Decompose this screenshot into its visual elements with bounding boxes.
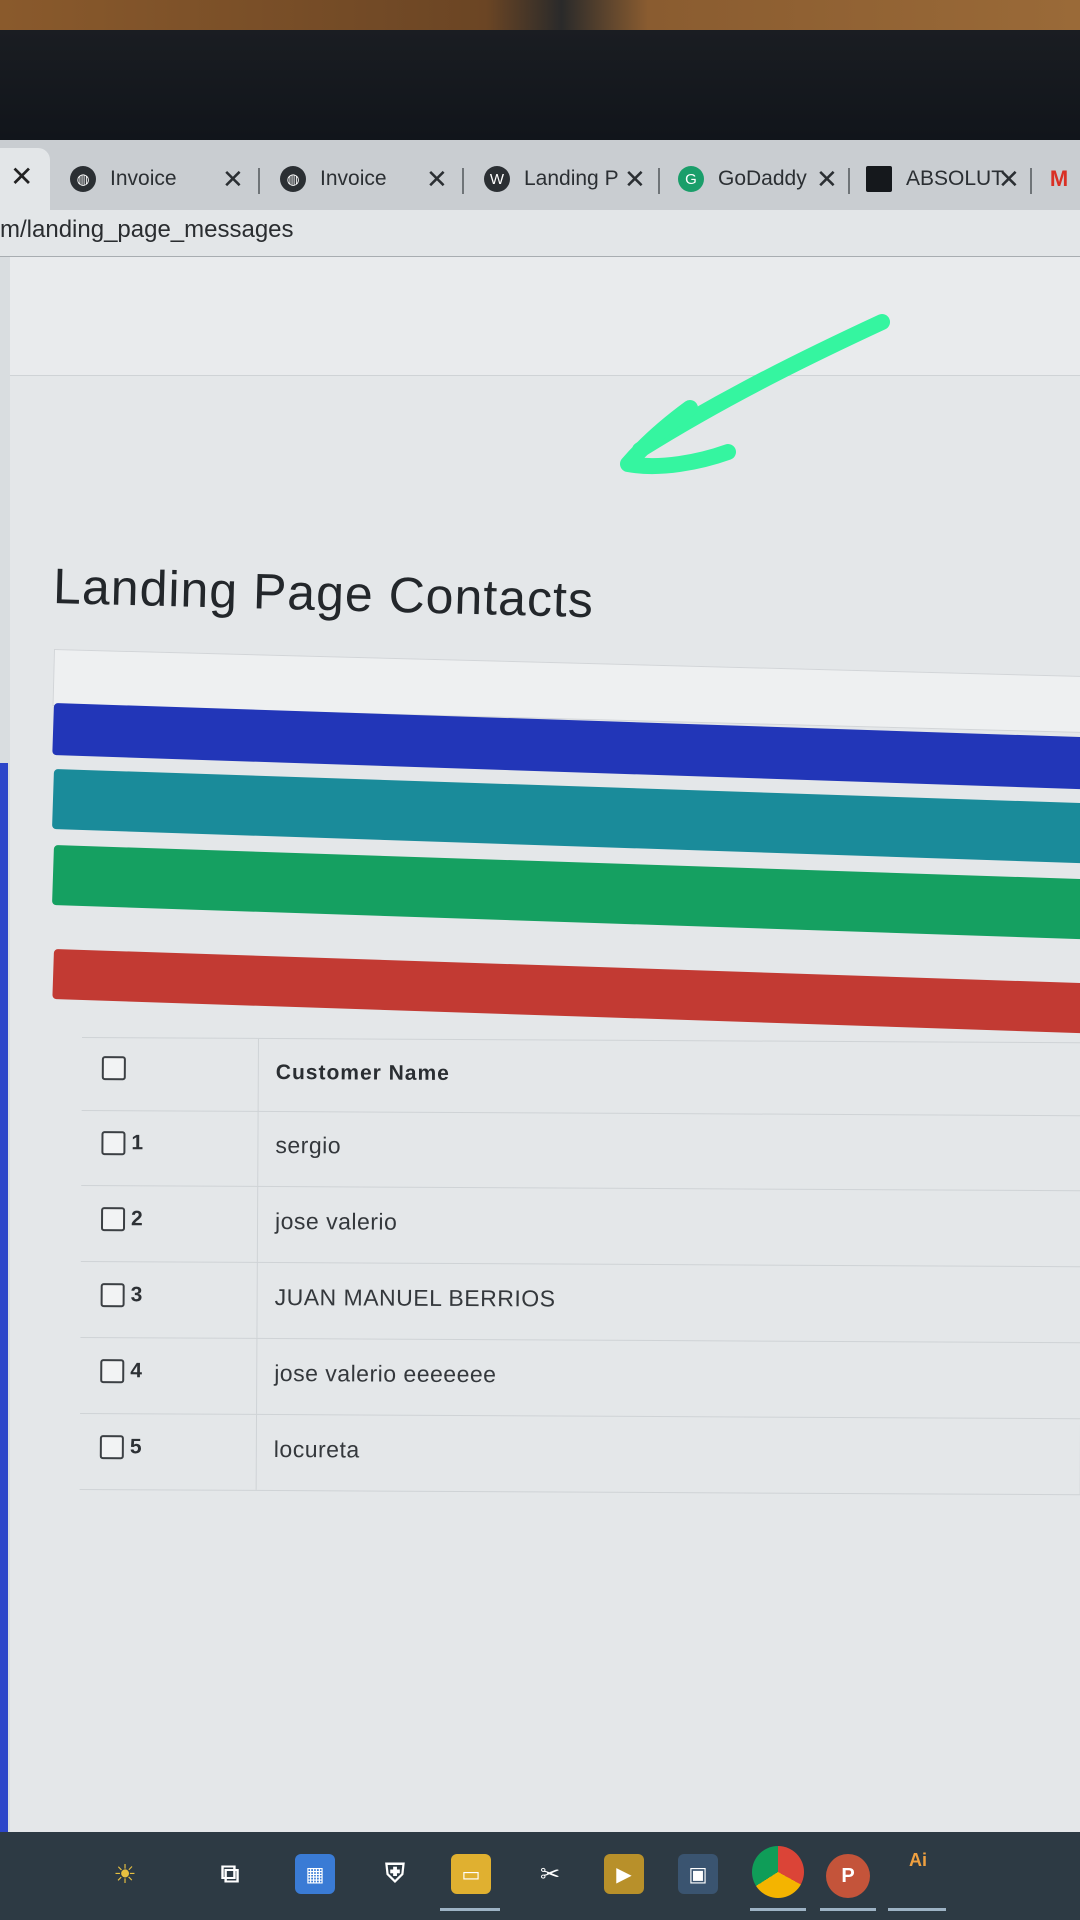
- row-number: 5: [129, 1435, 142, 1459]
- media-player-icon[interactable]: ▶: [604, 1854, 644, 1894]
- shield-icon[interactable]: ⛨: [375, 1854, 415, 1894]
- active-app-indicator: [888, 1908, 946, 1911]
- table-row[interactable]: 5 locureta: [79, 1412, 1080, 1496]
- close-tab-icon[interactable]: ✕: [624, 164, 646, 195]
- row-select[interactable]: 4: [100, 1359, 143, 1384]
- chrome-icon[interactable]: [752, 1846, 804, 1898]
- page-content: Landing Page Contacts Customer Name 1 se…: [10, 257, 1080, 1920]
- store-icon[interactable]: ▦: [295, 1854, 335, 1894]
- row-number: 3: [130, 1283, 143, 1307]
- column-header-customer-name[interactable]: Customer Name: [276, 1061, 450, 1086]
- table-row[interactable]: 2 jose valerio: [80, 1184, 1080, 1268]
- select-all[interactable]: [101, 1056, 126, 1081]
- calendar-app-icon[interactable]: ▣: [678, 1854, 718, 1894]
- monitor-bezel: [0, 30, 1080, 150]
- browser-window: ✕ ◍ Invoice ✕ ◍ Invoice ✕ W Landing P ✕ …: [0, 140, 1080, 1920]
- active-app-indicator: [440, 1908, 500, 1911]
- windows-taskbar: ☀ ⧉ ▦ ⛨ ▭ ✂ ▶ ▣ P Ai: [0, 1832, 1080, 1920]
- tab-active[interactable]: ✕: [0, 148, 50, 210]
- table-header-row: Customer Name: [81, 1037, 1080, 1117]
- address-bar[interactable]: m/landing_page_messages: [0, 210, 1080, 257]
- powerpoint-icon[interactable]: P: [826, 1854, 870, 1898]
- column-divider: [256, 1185, 259, 1262]
- tab-separator: [848, 168, 850, 194]
- page-title: Landing Page Contacts: [52, 557, 595, 629]
- illustrator-icon[interactable]: Ai: [898, 1840, 938, 1880]
- godaddy-icon: G: [678, 166, 704, 192]
- tab-gmail[interactable]: M: [1046, 154, 1080, 204]
- red-banner: [52, 949, 1080, 1035]
- customer-name: JUAN MANUEL BERRIOS: [274, 1284, 556, 1312]
- close-tab-icon[interactable]: ✕: [222, 164, 244, 195]
- row-checkbox[interactable]: [101, 1131, 126, 1156]
- file-explorer-icon[interactable]: ▭: [451, 1854, 491, 1894]
- row-checkbox[interactable]: [100, 1283, 125, 1308]
- table-row[interactable]: 3 JUAN MANUEL BERRIOS: [80, 1260, 1080, 1344]
- tab-godaddy[interactable]: G GoDaddy ✕: [678, 154, 838, 204]
- tab-invoice-1[interactable]: ◍ Invoice ✕: [70, 154, 244, 204]
- row-number: 4: [130, 1359, 143, 1383]
- globe-icon: ◍: [280, 166, 306, 192]
- tab-label: Landing P: [524, 167, 619, 190]
- tab-label: Invoice: [320, 167, 387, 190]
- customer-name: sergio: [275, 1132, 342, 1159]
- column-divider: [257, 1109, 259, 1186]
- tab-landing-page[interactable]: W Landing P ✕: [484, 154, 646, 204]
- table-row[interactable]: 1 sergio: [81, 1108, 1080, 1192]
- row-checkbox[interactable]: [100, 1359, 125, 1384]
- gmail-icon: M: [1049, 166, 1069, 191]
- tab-invoice-2[interactable]: ◍ Invoice ✕: [280, 154, 448, 204]
- close-tab-icon[interactable]: ✕: [10, 160, 33, 193]
- task-view-icon[interactable]: ⧉: [210, 1854, 250, 1894]
- customer-name: jose valerio: [274, 1208, 398, 1235]
- row-checkbox[interactable]: [100, 1207, 126, 1232]
- close-tab-icon[interactable]: ✕: [426, 164, 448, 195]
- tab-strip: ✕ ◍ Invoice ✕ ◍ Invoice ✕ W Landing P ✕ …: [0, 140, 1080, 210]
- column-divider: [255, 1413, 258, 1490]
- column-divider: [256, 1261, 258, 1338]
- page-top-navbar: [10, 257, 1080, 376]
- row-select[interactable]: 5: [99, 1435, 142, 1460]
- tab-separator: [258, 168, 260, 194]
- select-all-checkbox[interactable]: [101, 1056, 126, 1081]
- sidebar-edge: [0, 763, 8, 1920]
- snipping-tool-icon[interactable]: ✂: [530, 1854, 570, 1894]
- widgets-icon[interactable]: ☀: [70, 1854, 180, 1894]
- table-row[interactable]: 4 jose valerio eeeeeee: [80, 1336, 1080, 1420]
- row-checkbox[interactable]: [99, 1435, 124, 1460]
- tab-label: ABSOLUT: [906, 167, 1005, 190]
- tab-separator: [658, 168, 660, 194]
- square-icon: [866, 166, 892, 192]
- row-select[interactable]: 1: [101, 1131, 144, 1156]
- tab-absolut[interactable]: ABSOLUT ✕: [866, 154, 1020, 204]
- close-tab-icon[interactable]: ✕: [816, 164, 838, 195]
- active-app-indicator: [820, 1908, 876, 1911]
- close-tab-icon[interactable]: ✕: [998, 164, 1020, 195]
- column-divider: [256, 1337, 258, 1414]
- url-text[interactable]: m/landing_page_messages: [0, 216, 294, 244]
- customer-name: locureta: [273, 1436, 360, 1463]
- green-banner: [52, 845, 1080, 941]
- tab-separator: [462, 168, 464, 194]
- row-number: 1: [131, 1131, 144, 1155]
- wordpress-icon: W: [484, 166, 510, 192]
- row-select[interactable]: 3: [100, 1283, 143, 1308]
- contacts-table: Customer Name 1 sergio 2 jose valerio 3 …: [79, 1037, 1080, 1542]
- active-app-indicator: [750, 1908, 806, 1911]
- tab-label: GoDaddy: [718, 167, 807, 190]
- globe-icon: ◍: [70, 166, 96, 192]
- row-number: 2: [130, 1207, 143, 1231]
- customer-name: jose valerio eeeeeee: [274, 1360, 497, 1388]
- row-select[interactable]: 2: [100, 1207, 143, 1232]
- tab-separator: [1030, 168, 1032, 194]
- column-divider: [257, 1038, 259, 1111]
- tab-label: Invoice: [110, 167, 177, 190]
